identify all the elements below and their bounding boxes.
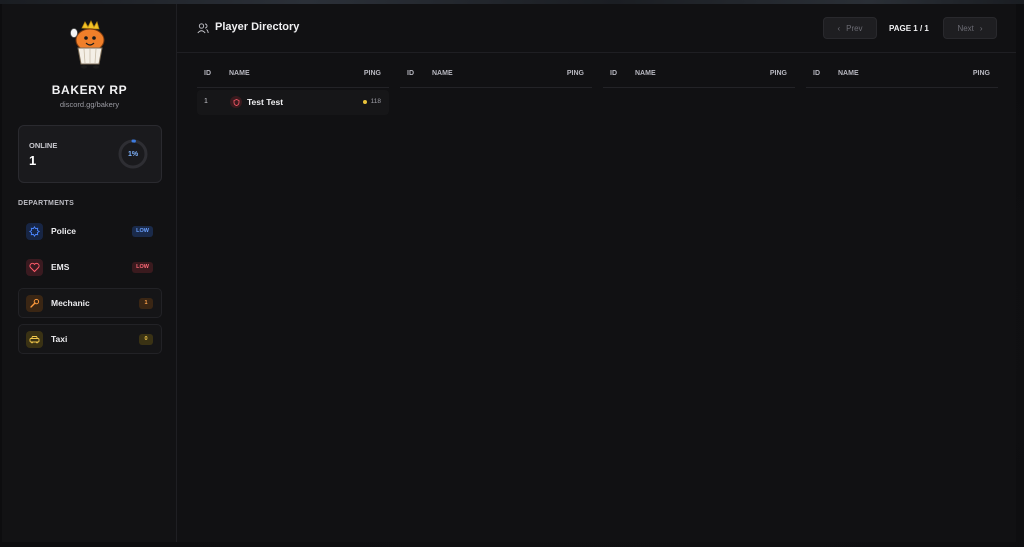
column-ping: PING	[566, 70, 584, 77]
column-id: ID	[610, 70, 617, 77]
header: Player Directory ‹ Prev PAGE 1 / 1 Next …	[177, 4, 1016, 53]
table-header-col-4: ID NAME PING	[806, 66, 998, 88]
column-ping: PING	[972, 70, 990, 77]
chevron-right-icon: ›	[979, 23, 983, 33]
department-ems[interactable]: EMS LOW	[18, 252, 162, 282]
department-name: EMS	[51, 262, 70, 272]
brand-title: BAKERY RP	[51, 83, 128, 97]
ping-indicator-dot	[362, 99, 367, 104]
department-police[interactable]: Police LOW	[18, 216, 162, 246]
column-name: NAME	[229, 70, 250, 77]
taxi-icon	[26, 331, 43, 348]
department-status-badge: LOW	[132, 226, 153, 237]
column-id: ID	[813, 70, 820, 77]
table-header-col-3: ID NAME PING	[603, 66, 795, 88]
department-mechanic[interactable]: Mechanic 1	[18, 288, 162, 318]
online-card: ONLINE 1 1%	[18, 125, 162, 183]
table-header-col-1: ID NAME PING	[197, 66, 389, 88]
next-label: Next	[957, 23, 974, 33]
page-title: Player Directory	[215, 21, 300, 33]
player-directory-panel: Player Directory ‹ Prev PAGE 1 / 1 Next …	[177, 4, 1016, 542]
departments-heading: DEPARTMENTS	[18, 200, 75, 207]
column-id: ID	[204, 70, 211, 77]
column-ping: PING	[363, 70, 381, 77]
department-count-badge: 1	[139, 298, 153, 309]
player-ping: 118	[362, 98, 381, 105]
prev-button[interactable]: ‹ Prev	[823, 17, 877, 39]
next-button[interactable]: Next ›	[943, 17, 997, 39]
page-indicator: PAGE 1 / 1	[889, 24, 929, 33]
sidebar: BAKERY RP discord.gg/bakery ONLINE 1 1% …	[2, 4, 177, 542]
chevron-left-icon: ‹	[837, 23, 841, 33]
app-window: BAKERY RP discord.gg/bakery ONLINE 1 1% …	[0, 0, 1024, 547]
online-percent: 1%	[127, 150, 139, 158]
police-badge-icon	[26, 223, 43, 240]
online-label: ONLINE	[29, 141, 58, 150]
ping-value: 118	[370, 98, 381, 105]
player-id: 1	[204, 98, 208, 105]
player-name: Test Test	[247, 97, 284, 107]
online-count: 1	[29, 153, 37, 168]
department-name: Police	[51, 226, 77, 236]
column-ping: PING	[769, 70, 787, 77]
heart-icon	[26, 259, 43, 276]
department-status-badge: LOW	[132, 262, 153, 273]
department-taxi[interactable]: Taxi 0	[18, 324, 162, 354]
users-icon	[197, 23, 209, 34]
table-header-col-2: ID NAME PING	[400, 66, 592, 88]
shield-icon	[230, 96, 242, 108]
wrench-icon	[26, 295, 43, 312]
department-count-badge: 0	[139, 334, 153, 345]
brand-discord-link[interactable]: discord.gg/bakery	[2, 100, 177, 109]
prev-label: Prev	[846, 23, 863, 33]
column-name: NAME	[838, 70, 859, 77]
player-row[interactable]: 1 Test Test 118	[197, 90, 389, 115]
department-name: Mechanic	[51, 298, 90, 308]
column-id: ID	[407, 70, 414, 77]
muffin-logo-icon	[70, 20, 105, 69]
column-name: NAME	[635, 70, 656, 77]
department-name: Taxi	[51, 334, 68, 344]
column-name: NAME	[432, 70, 453, 77]
